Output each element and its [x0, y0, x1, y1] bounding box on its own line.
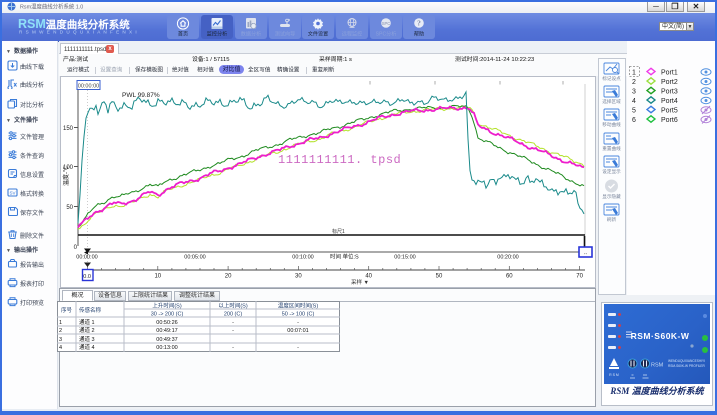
svg-text:通道 3: 通道 3	[79, 335, 95, 343]
svg-text:以上时间(S): 以上时间(S)	[218, 302, 248, 310]
svg-text:-: -	[232, 328, 234, 334]
svg-text:Port3: Port3	[661, 89, 678, 96]
svg-text:10: 10	[154, 274, 161, 280]
svg-text:50: 50	[66, 205, 73, 211]
svg-text:00:49:37: 00:49:37	[156, 337, 177, 343]
svg-text:00:13:00: 00:13:00	[156, 345, 177, 351]
svg-text:Port2: Port2	[661, 79, 678, 86]
svg-text:-: -	[232, 345, 234, 351]
svg-text:-: -	[297, 345, 299, 351]
svg-text:Port1: Port1	[661, 70, 678, 77]
svg-text:30 -> 200 (C): 30 -> 200 (C)	[151, 312, 184, 318]
svg-text:5: 5	[632, 108, 636, 115]
svg-text:50 -> 100 (C): 50 -> 100 (C)	[282, 312, 315, 318]
svg-text:1: 1	[59, 320, 62, 326]
svg-text:SV: SV	[9, 190, 15, 195]
svg-text:标尺1: 标尺1	[332, 228, 345, 235]
svg-text:重置曲线: 重置曲线	[602, 145, 621, 152]
svg-text:R S M: R S M	[609, 373, 619, 377]
svg-text:50: 50	[436, 274, 443, 280]
svg-text:标记设点: 标记设点	[602, 75, 621, 82]
svg-text:WENDUQUXIANCESHIYI: WENDUQUXIANCESHIYI	[668, 359, 705, 363]
svg-text:RSM-S60K-W PROFILER: RSM-S60K-W PROFILER	[668, 364, 706, 368]
svg-text:2: 2	[59, 328, 62, 334]
svg-text:温度区间时间(S): 温度区间时间(S)	[278, 302, 319, 310]
svg-text:显示隐藏: 显示隐藏	[602, 193, 621, 200]
svg-text:6: 6	[632, 117, 636, 124]
svg-text:20: 20	[225, 274, 232, 280]
svg-text:设定显示: 设定显示	[602, 168, 621, 175]
svg-text:Port4: Port4	[661, 98, 678, 105]
svg-text:00:10:00: 00:10:00	[292, 255, 313, 261]
svg-text:上升时间(S): 上升时间(S)	[152, 302, 182, 310]
svg-text:00:00:00: 00:00:00	[78, 84, 99, 90]
svg-text:00:15:00: 00:15:00	[394, 255, 415, 261]
svg-text:00:05:00: 00:05:00	[184, 255, 205, 261]
svg-text:通道 4: 通道 4	[79, 343, 95, 351]
svg-text:RSM: RSM	[651, 363, 664, 369]
svg-text:-: -	[232, 320, 234, 326]
svg-text:↔: ↔	[583, 251, 588, 257]
svg-text:序号: 序号	[61, 306, 73, 314]
svg-text:采样 ▼: 采样 ▼	[351, 278, 369, 286]
svg-text:选择区域: 选择区域	[602, 98, 621, 105]
svg-text:00:50:26: 00:50:26	[156, 320, 177, 326]
svg-text:Port6: Port6	[661, 117, 678, 124]
svg-text:1111111111. tpsd: 1111111111. tpsd	[278, 153, 401, 167]
svg-text:温度-℃: 温度-℃	[62, 166, 70, 186]
svg-text:4: 4	[59, 345, 62, 351]
svg-text:通道 2: 通道 2	[79, 326, 95, 334]
svg-text:RSM·S60K-W: RSM·S60K-W	[631, 331, 690, 341]
svg-text:通道 1: 通道 1	[79, 318, 95, 326]
svg-text:4: 4	[632, 98, 636, 105]
svg-text:60: 60	[506, 274, 513, 280]
svg-text:时间 单位:S: 时间 单位:S	[330, 253, 359, 261]
svg-text:30: 30	[295, 274, 302, 280]
svg-text:00:00:00: 00:00:00	[76, 255, 97, 261]
svg-text:00:49:17: 00:49:17	[156, 328, 177, 334]
svg-text:?: ?	[417, 19, 421, 28]
svg-text:2: 2	[632, 79, 636, 86]
svg-text:00:20:00: 00:20:00	[497, 255, 518, 261]
svg-text:0.0: 0.0	[83, 274, 91, 280]
svg-text:移动曲线: 移动曲线	[602, 121, 621, 128]
svg-text:刷新: 刷新	[607, 216, 617, 223]
svg-text:Port5: Port5	[661, 108, 678, 115]
svg-text:3: 3	[632, 89, 636, 96]
svg-text:70: 70	[576, 274, 583, 280]
svg-text:150: 150	[63, 126, 74, 132]
svg-text:PWL 99.87%: PWL 99.87%	[122, 92, 160, 99]
svg-text:1: 1	[632, 70, 636, 77]
svg-text:200 (C): 200 (C)	[224, 312, 243, 318]
svg-text:传感名称: 传感名称	[79, 306, 102, 314]
svg-text:3: 3	[59, 337, 62, 343]
svg-text:-: -	[297, 320, 299, 326]
svg-text:SPC: SPC	[382, 21, 391, 26]
svg-text:40: 40	[365, 274, 372, 280]
svg-text:00:07:01: 00:07:01	[287, 328, 308, 334]
